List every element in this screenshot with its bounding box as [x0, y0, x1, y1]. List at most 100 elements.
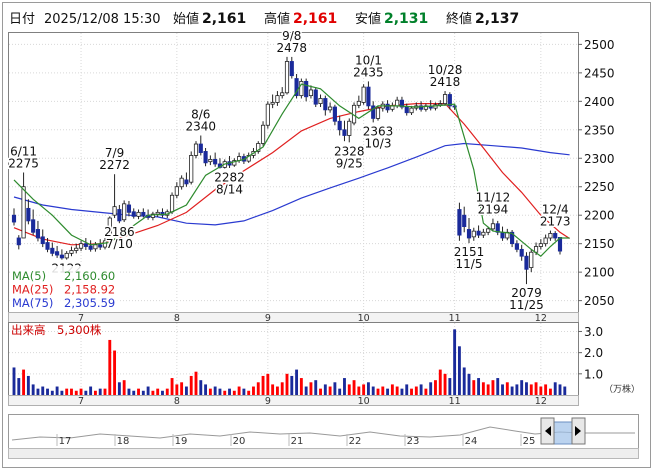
volume-bar	[486, 384, 490, 395]
price-annotation: 2478	[277, 41, 308, 55]
volume-bar	[472, 380, 476, 395]
volume-bar	[553, 382, 557, 395]
close-label: 終値	[446, 11, 472, 27]
volume-bar	[127, 388, 131, 395]
candle-body	[169, 194, 175, 213]
candle-body	[438, 103, 443, 106]
volume-bar	[453, 329, 457, 395]
candle-body	[500, 231, 505, 239]
navigator-scrollbar[interactable]	[8, 448, 639, 459]
month-label: 11	[449, 396, 461, 407]
volume-bar	[376, 388, 380, 395]
candle-body	[50, 247, 55, 254]
volume-bar	[419, 384, 423, 395]
volume-bar	[74, 390, 78, 395]
navigator-label: 17	[59, 436, 72, 447]
volume-bar	[271, 384, 275, 395]
legend-ma75-value: 2,305.59	[64, 296, 115, 310]
navigator-prev-button[interactable]	[540, 417, 555, 445]
volume-bar	[50, 390, 54, 395]
candle-body	[83, 243, 88, 247]
volume-bar	[539, 386, 543, 395]
navigator-label: 24	[465, 436, 478, 447]
volume-bar	[525, 382, 528, 395]
volume-bar	[17, 378, 21, 395]
candle-body	[323, 98, 328, 111]
navigator-next-button[interactable]	[571, 417, 586, 445]
volume-bar	[462, 367, 466, 395]
candle-body	[141, 211, 146, 216]
volume-bar	[252, 386, 255, 395]
price-annotation: 2173	[540, 215, 571, 229]
price-annotation: 11/5	[456, 257, 483, 271]
volume-bar	[103, 388, 107, 395]
price-annotation: 2418	[430, 75, 461, 89]
month-label: 9	[265, 396, 271, 407]
high-value: 2,161	[293, 11, 337, 27]
candle-body	[55, 251, 60, 256]
volume-bar	[93, 390, 97, 395]
candle-body	[404, 106, 409, 114]
volume-bar	[448, 378, 452, 395]
price-annotation: 10/3	[365, 136, 392, 150]
volume-bar	[304, 386, 308, 395]
volume-bar	[60, 390, 64, 395]
candle-body	[189, 155, 194, 183]
volume-tick-label: 2.0	[584, 346, 603, 360]
candle-body	[193, 143, 199, 156]
open-value: 2,161	[202, 11, 246, 27]
volume-label: 出来高	[11, 323, 46, 337]
month-label: 12	[535, 396, 547, 407]
volume-bar	[390, 384, 394, 395]
volume-bar	[548, 388, 552, 395]
price-annotation: 2435	[353, 65, 384, 79]
price-tick-label: 2350	[584, 123, 615, 137]
date-label: 日付	[9, 12, 35, 27]
volume-bar	[36, 388, 40, 395]
volume-bar	[295, 369, 299, 395]
volume-bar	[534, 382, 538, 395]
candle-body	[538, 243, 543, 247]
candle-body	[342, 129, 347, 136]
candle-body	[265, 103, 270, 126]
volume-bar	[89, 386, 93, 395]
price-annotation: 9/25	[336, 156, 363, 170]
volume-bar	[563, 386, 567, 395]
candle-body	[69, 250, 74, 254]
candle-body	[529, 251, 534, 268]
volume-bar	[323, 384, 327, 395]
candle-body	[332, 106, 337, 122]
candle-body	[213, 159, 218, 165]
candle-body	[318, 98, 323, 105]
volume-bar	[347, 384, 351, 395]
candle-body	[471, 230, 476, 238]
price-annotation: 7/10	[106, 237, 133, 251]
volume-bar	[338, 388, 342, 395]
navigator-label: 18	[117, 436, 130, 447]
candle-body	[476, 230, 481, 236]
legend-ma5-value: 2,160.60	[64, 269, 115, 283]
candle-body	[524, 255, 529, 270]
volume-bar	[213, 386, 217, 395]
candle-body	[26, 207, 31, 222]
volume-bar	[79, 388, 83, 395]
candle-body	[35, 229, 41, 239]
volume-bar	[242, 388, 246, 395]
price-annotation: 8/14	[216, 183, 243, 197]
volume-bar	[113, 350, 117, 395]
price-tick-label: 2300	[584, 152, 615, 166]
candle-body	[16, 237, 21, 246]
candle-body	[174, 186, 179, 196]
volume-bar	[26, 375, 30, 395]
candle-body	[64, 252, 69, 259]
volume-bar	[232, 390, 236, 395]
volume-bar	[352, 380, 356, 395]
navigator-label: 25	[523, 436, 536, 447]
volume-bar	[457, 346, 461, 395]
candle-body	[409, 107, 414, 114]
volume-bar	[381, 386, 385, 395]
price-tick-label: 2500	[584, 38, 615, 52]
volume-bar	[481, 382, 485, 395]
volume-bar	[180, 382, 184, 395]
price-annotation: 2194	[478, 203, 509, 217]
